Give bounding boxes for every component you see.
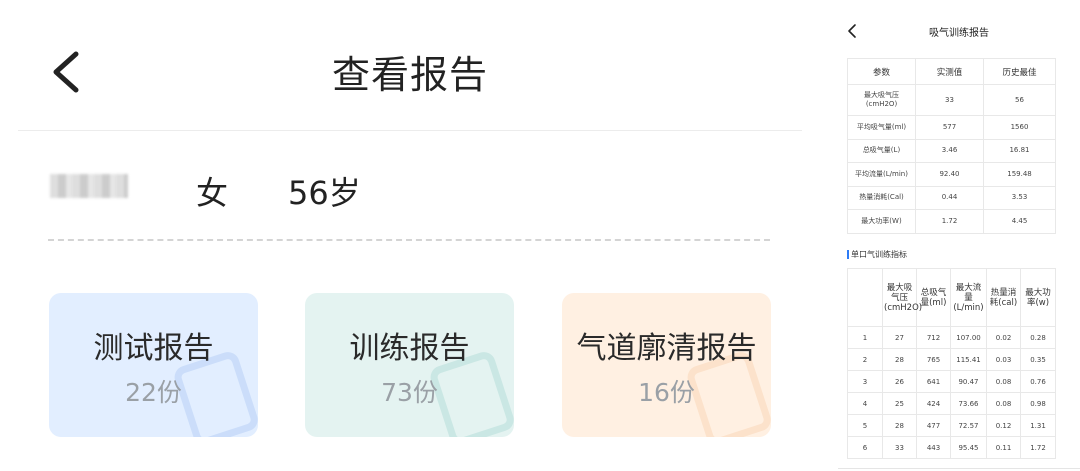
table-cell: 28: [882, 348, 917, 371]
table-row: 平均流量(L/min) 92.40 159.48: [847, 162, 1056, 187]
column-header: [847, 268, 883, 327]
table-cell: 90.47: [950, 370, 987, 393]
table-row: 总吸气量(L) 3.46 16.81: [847, 138, 1056, 163]
card-count: 16份: [638, 378, 695, 407]
table-cell: 107.00: [950, 326, 987, 349]
table-cell: 1.72: [1020, 436, 1056, 459]
header-divider: [18, 130, 802, 131]
table-cell: 3.53: [983, 185, 1056, 210]
table-cell: 3.46: [915, 138, 984, 163]
table-row: 1 27 712 107.00 0.02 0.28: [847, 326, 1056, 349]
table-row: 6 33 443 95.45 0.11 1.72: [847, 436, 1056, 459]
parameter-label: 热量消耗(Cal): [847, 185, 916, 210]
test-report-card[interactable]: 测试报告 22份: [49, 293, 258, 437]
card-title: 测试报告: [93, 331, 214, 366]
inspiratory-training-report-screen: 吸气训练报告 参数 实测值 历史最佳 最大吸气压 (cmH2O) 33 56 平均吸气量(m…: [838, 0, 1080, 471]
airway-clearance-report-card[interactable]: 气道廓清报告 16份: [562, 293, 771, 437]
parameter-label: 最大吸气压 (cmH2O): [847, 84, 916, 116]
column-header: 实测值: [915, 58, 984, 85]
column-header: 最大流量(L/min): [950, 268, 987, 327]
report-title: 吸气训练报告: [929, 28, 989, 39]
table-cell: 0.08: [986, 370, 1021, 393]
table-cell: 25: [882, 392, 917, 415]
column-header: 最大功率(w): [1020, 268, 1056, 327]
section-title: 单口气训练指标: [847, 249, 907, 260]
table-cell: 424: [916, 392, 951, 415]
patient-name-blurred: [50, 174, 128, 198]
table-row: 热量消耗(Cal) 0.44 3.53: [847, 185, 1056, 210]
table-cell: 159.48: [983, 162, 1056, 187]
table-cell: 0.08: [986, 392, 1021, 415]
training-report-card[interactable]: 训练报告 73份: [305, 293, 514, 437]
table-cell: 115.41: [950, 348, 987, 371]
patient-age: 56岁: [288, 174, 361, 212]
row-index: 1: [847, 326, 883, 349]
table-cell: 0.44: [915, 185, 984, 210]
row-index: 6: [847, 436, 883, 459]
bottom-divider: [838, 468, 1080, 469]
table-cell: 27: [882, 326, 917, 349]
patient-gender: 女: [196, 174, 229, 212]
table-row: 4 25 424 73.66 0.08 0.98: [847, 392, 1056, 415]
parameter-label: 总吸气量(L): [847, 138, 916, 163]
table-cell: 712: [916, 326, 951, 349]
card-title: 气道廓清报告: [576, 331, 757, 366]
column-header: 热量消耗(cal): [986, 268, 1021, 327]
table-cell: 72.57: [950, 414, 987, 437]
table-cell: 73.66: [950, 392, 987, 415]
card-count: 22份: [125, 378, 182, 407]
table-cell: 765: [916, 348, 951, 371]
table-row: 最大功率(W) 1.72 4.45: [847, 209, 1056, 234]
table-cell: 0.12: [986, 414, 1021, 437]
table-row: 3 26 641 90.47 0.08 0.76: [847, 370, 1056, 393]
table-cell: 16.81: [983, 138, 1056, 163]
table-cell: 0.76: [1020, 370, 1056, 393]
report-overview-screen: 查看报告 女 56岁 测试报告 22份 训练报告 73份 气道廓清报告 16份: [0, 0, 810, 471]
table-cell: 0.35: [1020, 348, 1056, 371]
table-row: 5 28 477 72.57 0.12 1.31: [847, 414, 1056, 437]
single-breath-table: 最大吸气压(cmH2O) 总吸气量(ml) 最大流量(L/min) 热量消耗(cal)…: [847, 268, 1056, 459]
parameter-label: 最大功率(W): [847, 209, 916, 234]
row-index: 5: [847, 414, 883, 437]
page-title: 查看报告: [331, 53, 488, 97]
card-count: 73份: [381, 378, 438, 407]
table-cell: 443: [916, 436, 951, 459]
table-cell: 577: [915, 115, 984, 140]
table-cell: 56: [983, 84, 1056, 116]
table-cell: 26: [882, 370, 917, 393]
table-row: 2 28 765 115.41 0.03 0.35: [847, 348, 1056, 371]
summary-table: 参数 实测值 历史最佳 最大吸气压 (cmH2O) 33 56 平均吸气量(ml) 577 15…: [847, 58, 1056, 234]
dashed-divider: [48, 239, 770, 241]
table-cell: 1560: [983, 115, 1056, 140]
table-cell: 0.11: [986, 436, 1021, 459]
table-cell: 33: [915, 84, 984, 116]
column-header: 历史最佳: [983, 58, 1056, 85]
card-title: 训练报告: [349, 331, 470, 366]
table-cell: 641: [916, 370, 951, 393]
table-cell: 0.03: [986, 348, 1021, 371]
table-cell: 1.72: [915, 209, 984, 234]
table-cell: 477: [916, 414, 951, 437]
parameter-label: 平均吸气量(ml): [847, 115, 916, 140]
table-cell: 33: [882, 436, 917, 459]
row-index: 2: [847, 348, 883, 371]
row-index: 4: [847, 392, 883, 415]
row-index: 3: [847, 370, 883, 393]
table-cell: 92.40: [915, 162, 984, 187]
table-cell: 95.45: [950, 436, 987, 459]
table-row: 最大吸气压 (cmH2O) 33 56: [847, 84, 1056, 116]
table-row: 平均吸气量(ml) 577 1560: [847, 115, 1056, 140]
table-cell: 1.31: [1020, 414, 1056, 437]
table-cell: 4.45: [983, 209, 1056, 234]
table-cell: 28: [882, 414, 917, 437]
column-header: 参数: [847, 58, 916, 85]
table-cell: 0.02: [986, 326, 1021, 349]
column-header: 最大吸气压(cmH2O): [882, 268, 922, 327]
table-cell: 0.28: [1020, 326, 1056, 349]
table-cell: 0.98: [1020, 392, 1056, 415]
column-header: 总吸气量(ml): [916, 268, 951, 327]
parameter-label: 平均流量(L/min): [847, 162, 916, 187]
